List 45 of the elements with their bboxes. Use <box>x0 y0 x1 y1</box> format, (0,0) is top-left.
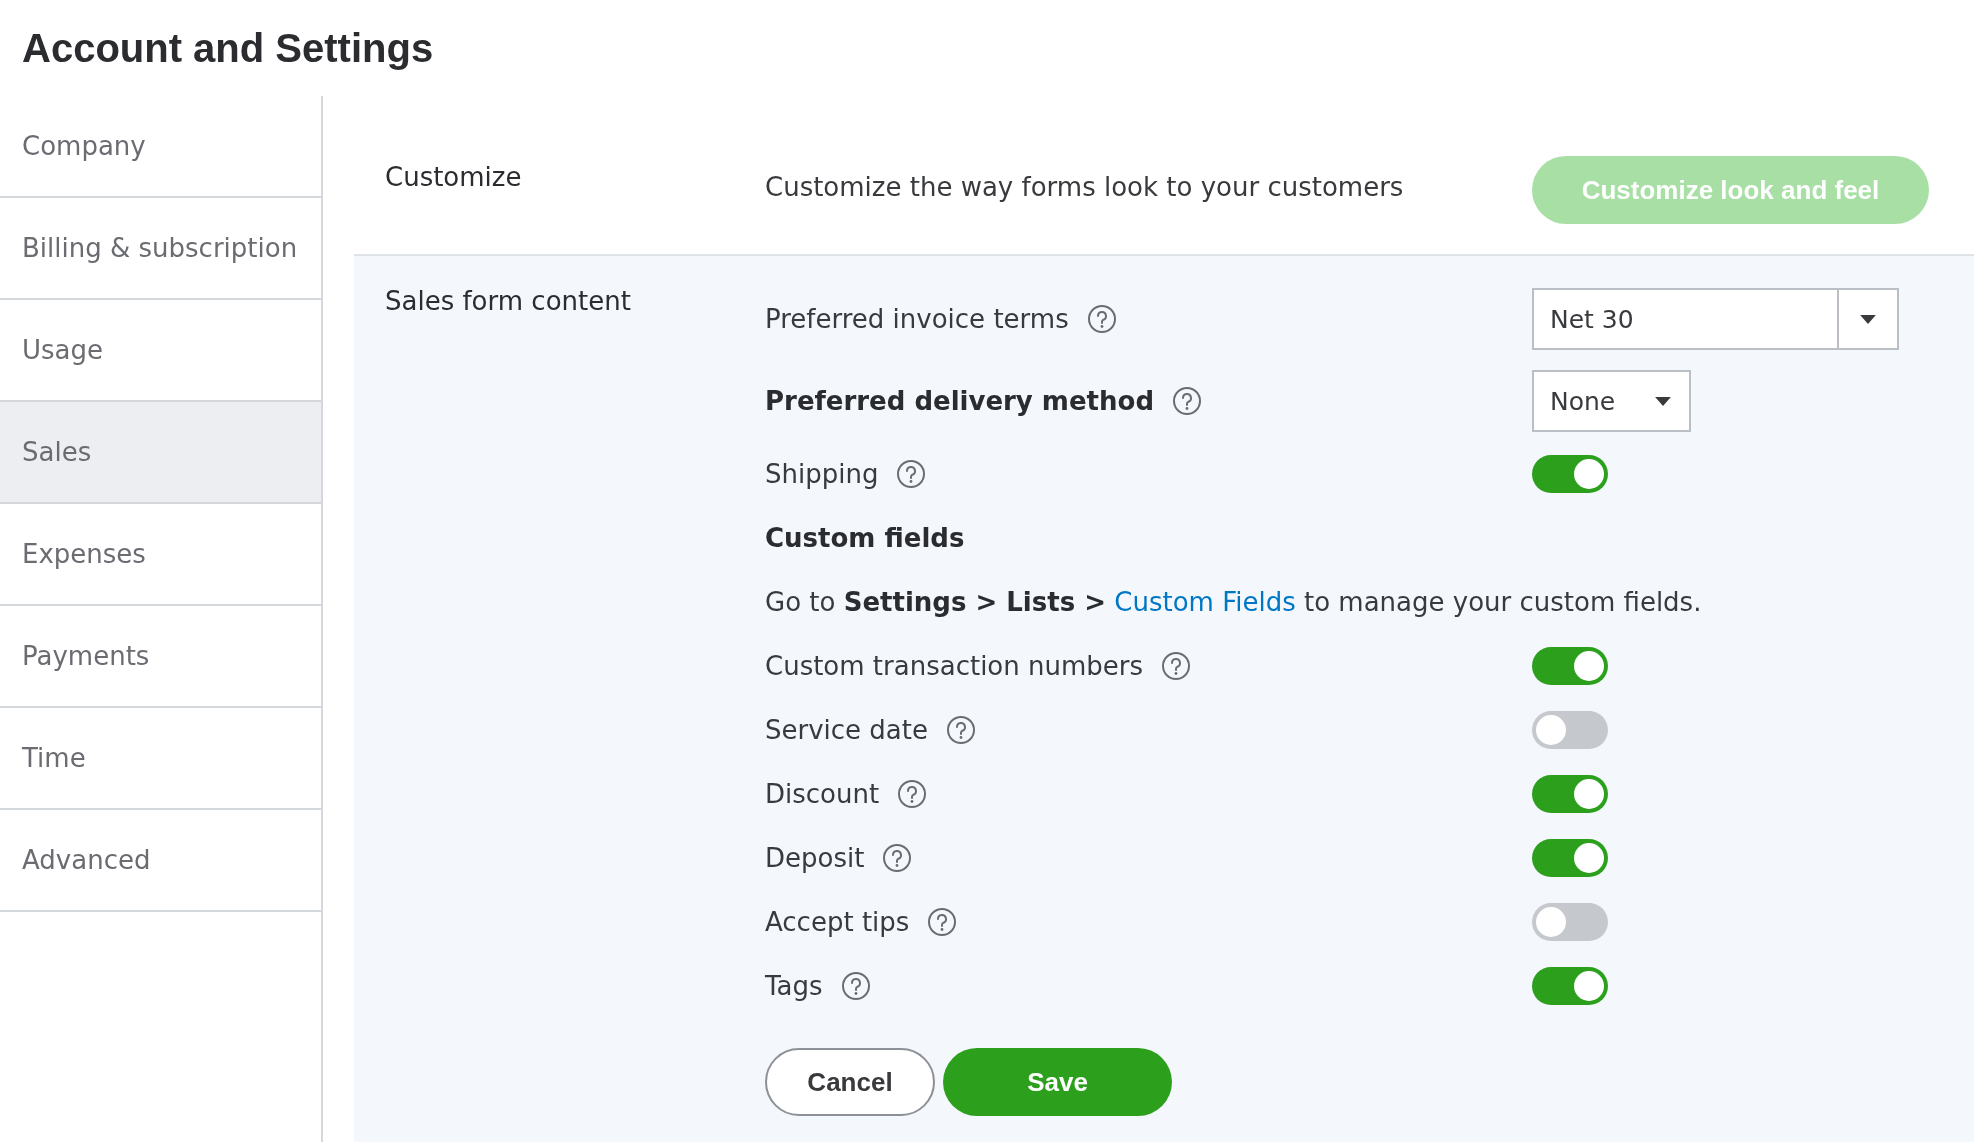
help-icon[interactable] <box>1172 386 1202 416</box>
instruction-text: Go to Settings > Lists > Custom Fields to manage your custom fields. <box>765 587 1702 617</box>
help-icon[interactable] <box>1161 651 1192 681</box>
help-icon[interactable] <box>897 779 928 809</box>
toggle-switch[interactable] <box>1532 967 1608 1005</box>
subsection-heading: Custom fields <box>765 523 965 553</box>
terms-dropdown[interactable]: Net 30 <box>1532 288 1899 350</box>
help-icon[interactable] <box>840 971 871 1001</box>
sidebar-item[interactable]: Expenses <box>0 504 321 606</box>
sidebar-item[interactable]: Advanced <box>0 810 321 912</box>
caret-icon <box>1860 314 1876 324</box>
caret-icon <box>1655 396 1671 406</box>
sidebar-item[interactable]: Sales <box>0 402 321 504</box>
toggle-switch[interactable] <box>1532 903 1608 941</box>
custom-fields-link[interactable]: Custom Fields <box>1114 587 1296 617</box>
sidebar-item[interactable]: Time <box>0 708 321 810</box>
setting-label: Discount <box>765 779 880 809</box>
setting-label: Preferred invoice terms <box>765 304 1069 334</box>
cancel-button[interactable]: Cancel <box>765 1048 935 1116</box>
toggle-switch[interactable] <box>1532 647 1608 685</box>
sidebar-item[interactable]: Payments <box>0 606 321 708</box>
delivery-dropdown[interactable]: None <box>1532 370 1691 432</box>
toggle-switch[interactable] <box>1532 775 1608 813</box>
help-icon[interactable] <box>946 715 976 745</box>
setting-label: Preferred delivery method <box>765 386 1154 416</box>
toggle-switch[interactable] <box>1532 711 1608 749</box>
help-icon[interactable] <box>927 907 958 937</box>
toggle-switch[interactable] <box>1532 839 1608 877</box>
setting-label: Tags <box>765 971 823 1001</box>
setting-label: Custom transaction numbers <box>765 651 1144 681</box>
setting-label: Deposit <box>765 843 865 873</box>
sidebar-item[interactable]: Billing & subscription <box>0 198 321 300</box>
setting-label: Service date <box>765 715 928 745</box>
page-title: Account and Settings <box>22 25 434 71</box>
save-button[interactable]: Save <box>943 1048 1172 1116</box>
help-icon[interactable] <box>1086 304 1117 334</box>
toggle-switch[interactable] <box>1532 455 1608 493</box>
section-label: Customize <box>385 161 523 194</box>
help-icon[interactable] <box>882 843 913 873</box>
help-icon[interactable] <box>896 459 927 489</box>
description-text: Customize the way forms look to your customers <box>765 171 1405 204</box>
section-label: Sales form content <box>385 285 632 318</box>
setting-label: Accept tips <box>765 907 910 937</box>
setting-label: Shipping <box>765 459 879 489</box>
sidebar-item[interactable]: Company <box>0 96 321 198</box>
